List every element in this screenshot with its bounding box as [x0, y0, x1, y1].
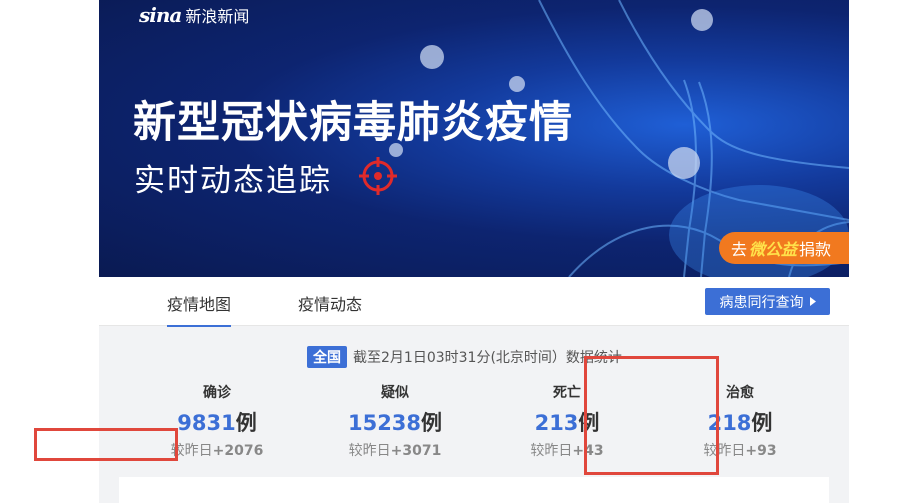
donate-button[interactable]: 去 微公益 捐款	[719, 232, 849, 264]
highlight-box-cured	[584, 356, 719, 475]
highlight-box-confirmed-delta	[34, 428, 178, 461]
logo-brand: sina	[139, 3, 182, 27]
tab-bar: 疫情地图 疫情动态 病患同行查询	[99, 277, 849, 328]
banner-headline: 新型冠状病毒肺炎疫情	[133, 98, 573, 148]
query-button-label: 病患同行查询	[719, 294, 804, 311]
scope-badge: 全国	[307, 346, 347, 368]
stats-header: 全国 截至2月1日03时31分(北京时间）数据统计	[307, 346, 622, 368]
tab-epidemic-map[interactable]: 疫情地图	[167, 291, 232, 328]
caret-right-icon	[809, 297, 816, 306]
donate-suffix: 捐款	[799, 240, 832, 259]
stats-updated-time: 截至2月1日03时31分(北京时间）数据统计	[353, 350, 622, 366]
content-card	[119, 477, 829, 503]
page: sina 新浪新闻 新型冠状病毒肺炎疫情 实时动态追踪 去 微公益 捐款 疫情地…	[0, 0, 901, 503]
banner-subline: 实时动态追踪	[134, 163, 332, 199]
sina-news-logo[interactable]: sina 新浪新闻	[139, 3, 249, 27]
tab-epidemic-news[interactable]: 疫情动态	[298, 291, 362, 315]
stat-delta: 较昨日+3071	[348, 443, 442, 459]
logo-text: 新浪新闻	[185, 7, 250, 26]
patient-trip-query-button[interactable]: 病患同行查询	[705, 288, 830, 315]
stat-label: 疑似	[381, 385, 409, 401]
stat-label: 确诊	[203, 385, 231, 401]
donate-prefix: 去	[731, 240, 748, 259]
stat-value: 15238例	[347, 411, 443, 435]
banner: sina 新浪新闻 新型冠状病毒肺炎疫情 实时动态追踪 去 微公益 捐款	[99, 0, 849, 277]
stat-suspected: 疑似 15238例 较昨日+3071	[320, 382, 470, 460]
main-panel: sina 新浪新闻 新型冠状病毒肺炎疫情 实时动态追踪 去 微公益 捐款 疫情地…	[99, 0, 849, 503]
donate-brand: 微公益	[749, 240, 798, 259]
crosshair-icon	[359, 157, 397, 195]
